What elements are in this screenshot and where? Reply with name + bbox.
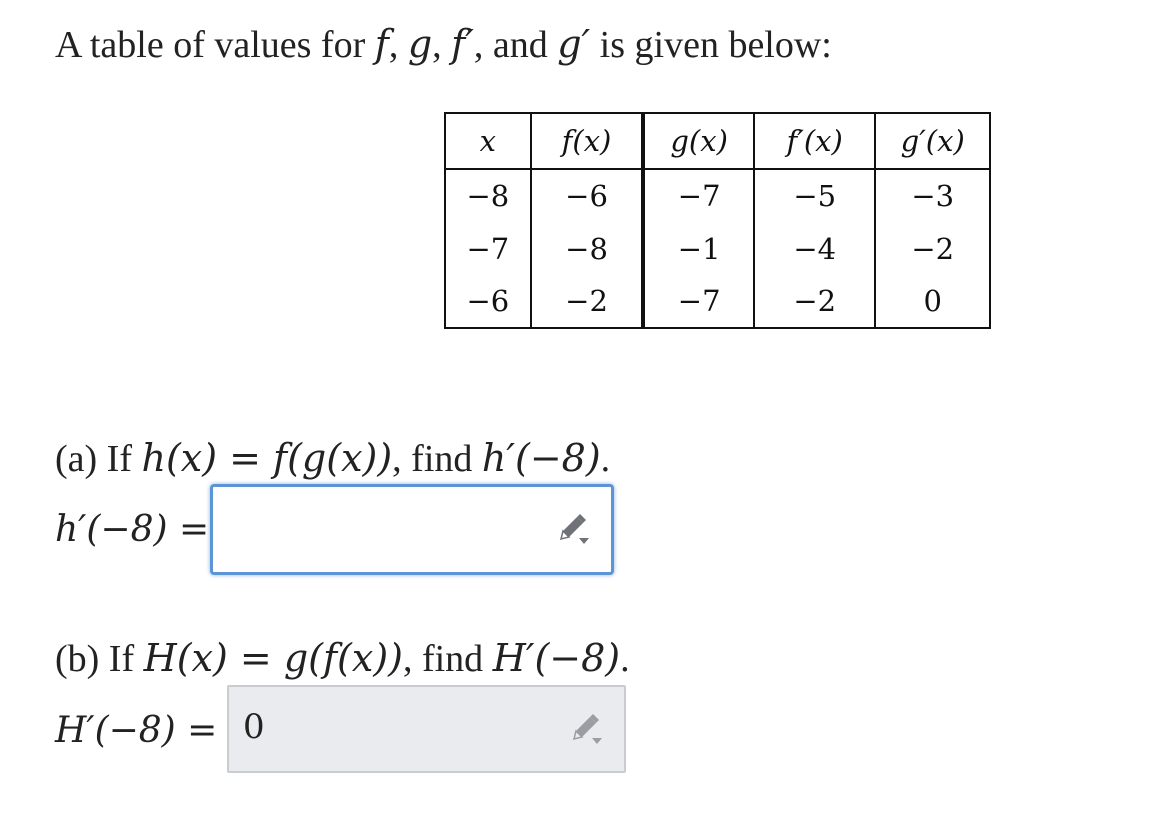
question-b-suffix: . (620, 638, 630, 680)
table-cell: −7 (466, 231, 510, 266)
table-row: −7 −8 −1 −4 −2 (445, 222, 990, 275)
symbol-g: g (407, 22, 433, 66)
table-header-cell: g(x) (641, 113, 754, 170)
table-cell: −5 (752, 169, 876, 222)
question-a-prefix: (a) If (55, 438, 142, 480)
answer-b-value: 0 (243, 707, 265, 747)
pencil-icon[interactable] (568, 711, 604, 747)
table-header-cell: f′(x) (752, 113, 876, 170)
table-cell: −6 (466, 284, 510, 318)
answer-b-label: H′(−8) = (55, 710, 218, 751)
table-row: −8 −6 −7 −5 −3 (445, 169, 990, 222)
table-cell: −6 (529, 169, 644, 222)
symbol-f-prime: f′ (451, 22, 474, 66)
table-header-cell: g′(x) (874, 113, 990, 170)
table-cell: −7 (641, 169, 754, 222)
answer-a-input[interactable] (210, 484, 614, 575)
question-a-suffix: . (600, 438, 611, 480)
values-table: x f(x) g(x) f′(x) g′(x) −8 −6 −7 −5 −3 −… (444, 112, 991, 329)
answer-a-label: h′(−8) = (55, 509, 210, 550)
table-cell: −2 (874, 222, 990, 275)
answer-b-input[interactable]: 0 (227, 685, 626, 773)
question-a-definition: h(x) = f(g(x)) (141, 436, 393, 480)
table-cell: −8 (466, 179, 510, 213)
intro-text: A table of values for f, g, f′, and g′ i… (55, 22, 832, 67)
pencil-icon[interactable] (555, 511, 591, 547)
table-cell: −4 (752, 222, 876, 275)
table-header-cell: x (445, 113, 531, 170)
question-b-middle: , find (402, 638, 493, 680)
symbol-f: f (374, 22, 389, 66)
question-a: (a) If h(x) = f(g(x)), find h′(−8). (55, 436, 610, 481)
intro-suffix: is given below: (590, 24, 832, 66)
intro-separator: , and (473, 24, 558, 66)
table-cell: −7 (641, 275, 754, 328)
question-a-middle: , find (392, 438, 482, 480)
question-b-target: H′(−8) (492, 636, 621, 680)
intro-separator: , (388, 24, 408, 66)
table-cell: −3 (874, 169, 990, 222)
table-cell: −8 (529, 222, 644, 275)
table-header-cell: f(x) (529, 113, 644, 170)
question-a-target: h′(−8) (481, 436, 601, 480)
symbol-g-prime: g′ (557, 22, 591, 66)
question-b-prefix: (b) If (55, 638, 144, 680)
question-b: (b) If H(x) = g(f(x)), find H′(−8). (55, 636, 630, 681)
table-header-row: x f(x) g(x) f′(x) g′(x) (445, 113, 990, 170)
table-cell: −2 (529, 275, 644, 328)
intro-prefix: A table of values for (55, 24, 375, 66)
table-cell: −1 (641, 222, 754, 275)
table-row: −6 −2 −7 −2 0 (445, 275, 990, 328)
table-cell: −2 (752, 275, 876, 328)
table-cell: 0 (874, 275, 990, 328)
intro-separator: , (432, 24, 452, 66)
question-b-definition: H(x) = g(f(x)) (143, 636, 403, 680)
